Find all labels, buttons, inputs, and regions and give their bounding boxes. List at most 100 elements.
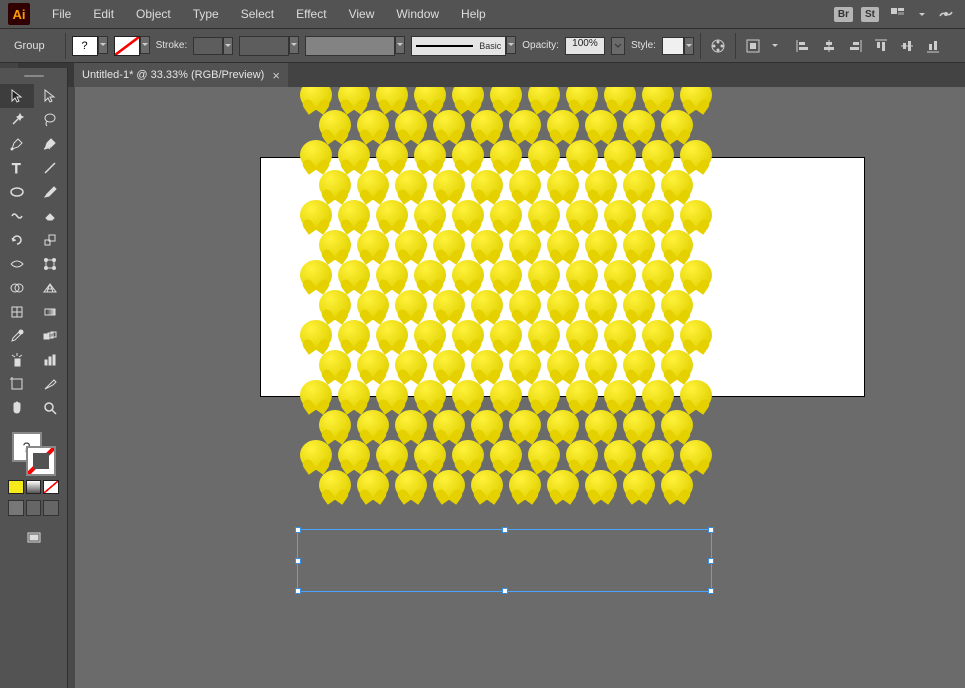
arrange-documents-icon[interactable] — [887, 4, 909, 24]
pattern-shape[interactable] — [452, 320, 484, 350]
pattern-shape[interactable] — [433, 230, 465, 260]
pattern-shape[interactable] — [547, 410, 579, 440]
pattern-shape[interactable] — [300, 260, 332, 290]
hand-tool[interactable] — [0, 396, 34, 420]
selection-handle-ml[interactable] — [295, 558, 301, 564]
pattern-shape[interactable] — [414, 440, 446, 470]
pattern-shape[interactable] — [528, 440, 560, 470]
opacity-input[interactable]: 100% — [565, 37, 605, 55]
pattern-shape[interactable] — [300, 87, 332, 110]
pattern-shape[interactable] — [623, 170, 655, 200]
blend-tool[interactable] — [34, 324, 68, 348]
pattern-shape[interactable] — [661, 230, 693, 260]
pattern-shape[interactable] — [338, 140, 370, 170]
pattern-shape[interactable] — [528, 320, 560, 350]
pattern-shape[interactable] — [566, 87, 598, 110]
menu-help[interactable]: Help — [451, 3, 496, 25]
pattern-shape[interactable] — [414, 260, 446, 290]
pattern-shape[interactable] — [490, 260, 522, 290]
pattern-shape[interactable] — [357, 230, 389, 260]
pattern-shape[interactable] — [452, 440, 484, 470]
pattern-shape[interactable] — [300, 380, 332, 410]
pattern-shape[interactable] — [680, 200, 712, 230]
curvature-tool[interactable] — [34, 132, 68, 156]
pattern-shape[interactable] — [604, 200, 636, 230]
pattern-shape[interactable] — [490, 440, 522, 470]
ellipse-tool[interactable] — [0, 180, 34, 204]
pattern-shape[interactable] — [642, 87, 674, 110]
pattern-shape[interactable] — [357, 350, 389, 380]
menu-file[interactable]: File — [42, 3, 81, 25]
align-center-v-icon[interactable] — [896, 36, 918, 56]
pattern-shape[interactable] — [585, 230, 617, 260]
menu-select[interactable]: Select — [231, 3, 284, 25]
pattern-shape[interactable] — [338, 440, 370, 470]
pattern-shape[interactable] — [433, 290, 465, 320]
width-profile-dropdown[interactable] — [289, 36, 299, 54]
recolor-artwork-icon[interactable] — [707, 36, 729, 56]
pattern-shape[interactable] — [338, 380, 370, 410]
pattern-shape[interactable] — [623, 290, 655, 320]
pattern-shape[interactable] — [357, 410, 389, 440]
pattern-shape[interactable] — [357, 170, 389, 200]
pattern-shape[interactable] — [433, 470, 465, 500]
selection-handle-bl[interactable] — [295, 588, 301, 594]
pattern-shape[interactable] — [338, 87, 370, 110]
pattern-shape[interactable] — [395, 410, 427, 440]
slice-tool[interactable] — [34, 372, 68, 396]
pattern-shape[interactable] — [452, 200, 484, 230]
pattern-shape[interactable] — [452, 380, 484, 410]
pattern-shape[interactable] — [338, 320, 370, 350]
pattern-shape[interactable] — [623, 470, 655, 500]
opacity-dropdown[interactable] — [611, 37, 625, 55]
pattern-shape[interactable] — [319, 350, 351, 380]
pattern-shape[interactable] — [566, 440, 598, 470]
selection-handle-tr[interactable] — [708, 527, 714, 533]
screen-mode-icon[interactable] — [17, 526, 51, 550]
pattern-shape[interactable] — [528, 260, 560, 290]
pattern-shape[interactable] — [642, 200, 674, 230]
pattern-shape[interactable] — [338, 200, 370, 230]
eyedropper-tool[interactable] — [0, 324, 34, 348]
pattern-shape[interactable] — [566, 140, 598, 170]
pattern-shape[interactable] — [642, 260, 674, 290]
graphic-style-swatch[interactable] — [662, 37, 684, 55]
pattern-shape[interactable] — [452, 87, 484, 110]
color-mode-swatch[interactable] — [8, 480, 24, 494]
eraser-tool[interactable] — [34, 204, 68, 228]
pattern-shape[interactable] — [414, 200, 446, 230]
pattern-shape[interactable] — [528, 140, 560, 170]
menu-edit[interactable]: Edit — [83, 3, 124, 25]
pattern-shape[interactable] — [490, 87, 522, 110]
selection-tool[interactable] — [0, 84, 34, 108]
fill-stroke-swatches[interactable]: ? — [12, 432, 56, 476]
stroke-color-swatch[interactable] — [26, 446, 56, 476]
pattern-shape[interactable] — [604, 320, 636, 350]
pen-tool[interactable] — [0, 132, 34, 156]
pattern-shape[interactable] — [471, 230, 503, 260]
none-mode-swatch[interactable] — [43, 480, 59, 494]
pattern-shape[interactable] — [547, 170, 579, 200]
pattern-shape[interactable] — [414, 87, 446, 110]
type-tool[interactable]: T — [0, 156, 34, 180]
arrange-dropdown[interactable] — [917, 5, 927, 23]
pattern-shape[interactable] — [547, 110, 579, 140]
align-to-icon[interactable] — [742, 36, 764, 56]
pattern-shape[interactable] — [433, 170, 465, 200]
pattern-shape[interactable] — [566, 260, 598, 290]
fill-swatch[interactable]: ? — [72, 36, 98, 56]
brush-preview[interactable]: Basic — [411, 36, 506, 56]
pattern-shape[interactable] — [471, 410, 503, 440]
pattern-shape[interactable] — [680, 440, 712, 470]
pattern-shape[interactable] — [509, 470, 541, 500]
pattern-shape[interactable] — [452, 260, 484, 290]
pattern-shape[interactable] — [566, 380, 598, 410]
pattern-shape[interactable] — [300, 440, 332, 470]
pattern-shape[interactable] — [414, 320, 446, 350]
stroke-weight-input[interactable] — [193, 37, 223, 55]
close-tab-icon[interactable]: × — [272, 68, 280, 83]
pattern-shape[interactable] — [566, 200, 598, 230]
pattern-shape[interactable] — [642, 380, 674, 410]
pattern-shape[interactable] — [414, 380, 446, 410]
pattern-shape[interactable] — [604, 87, 636, 110]
